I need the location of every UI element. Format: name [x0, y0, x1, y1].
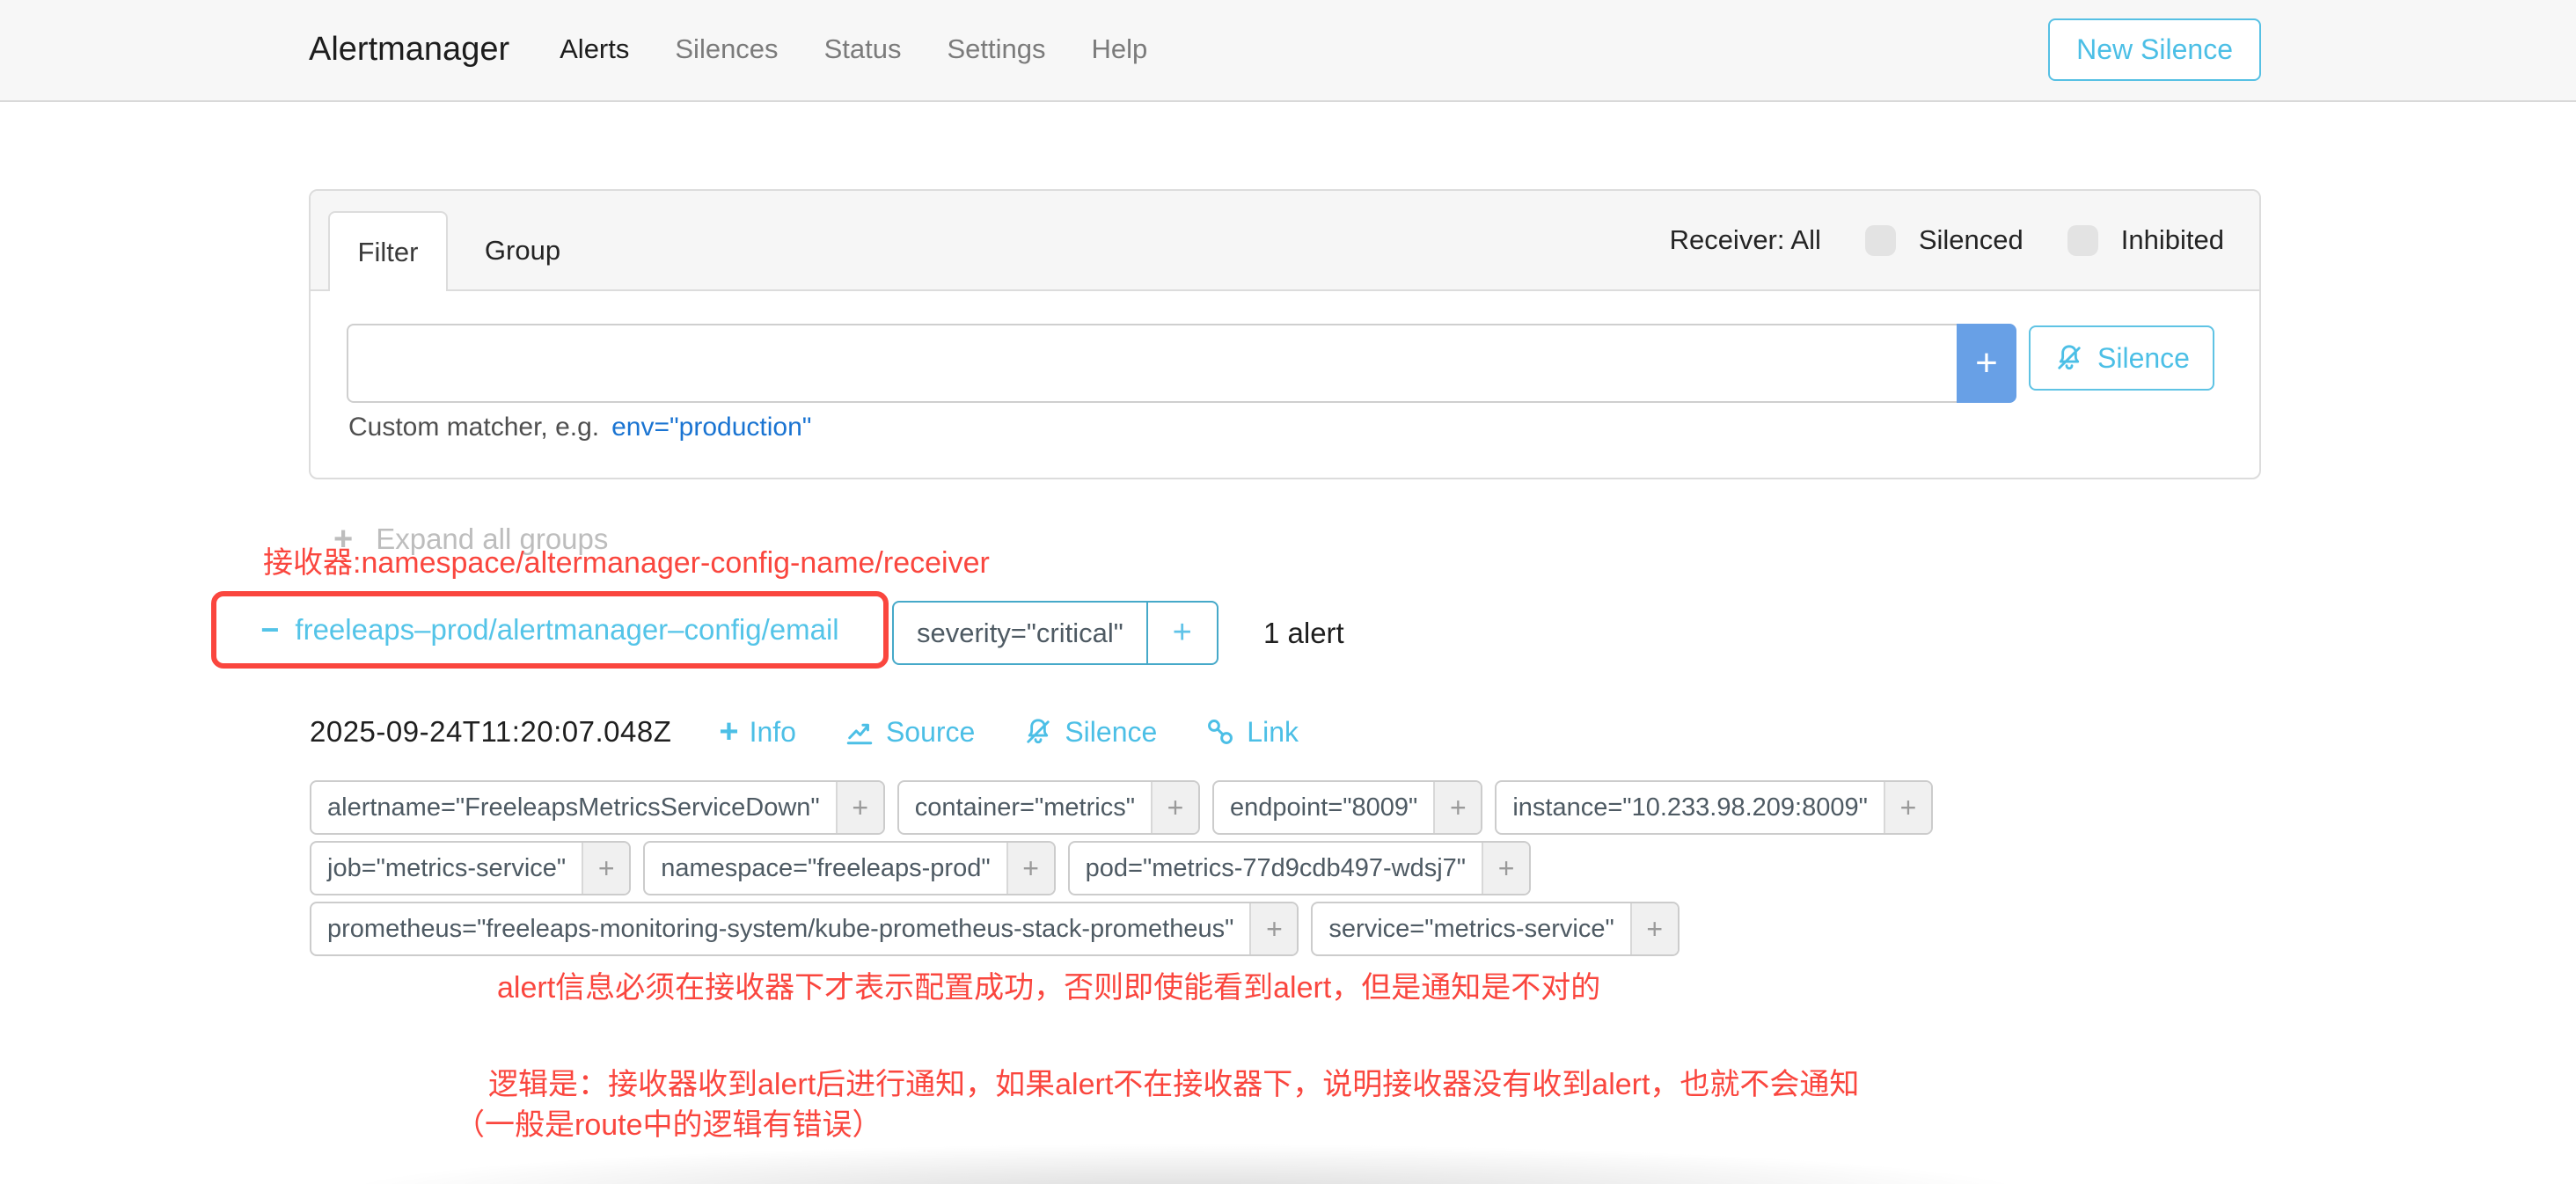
tab-filter[interactable]: Filter: [328, 211, 448, 291]
group-matcher: severity="critical" +: [892, 601, 1218, 665]
add-matcher-button[interactable]: +: [1957, 324, 2016, 403]
filter-card-header: Filter Group Receiver: All Silenced Inhi…: [311, 191, 2259, 291]
alert-label-text: job="metrics-service": [311, 843, 582, 894]
new-silence-button[interactable]: New Silence: [2048, 18, 2261, 81]
alert-source-label: Source: [886, 716, 975, 749]
nav-item[interactable]: Help: [1084, 28, 1154, 70]
alert-count: 1 alert: [1263, 601, 1344, 665]
alert-label-add-filter-button[interactable]: +: [836, 782, 883, 833]
alert-timestamp: 2025-09-24T11:20:07.048Z: [310, 715, 671, 749]
matcher-example-link[interactable]: env="production": [611, 413, 811, 442]
alert-label-tag[interactable]: namespace="freeleaps-prod" +: [643, 841, 1055, 895]
alert-link-label: Link: [1247, 716, 1299, 749]
alert-label-add-filter-button[interactable]: +: [1884, 782, 1931, 833]
alert-link-button[interactable]: Link: [1204, 716, 1299, 749]
alert-info-label: Info: [750, 716, 796, 749]
alert-label-tag[interactable]: endpoint="8009" +: [1212, 780, 1482, 835]
alert-label-tag[interactable]: container="metrics" +: [897, 780, 1200, 835]
alert-label-text: container="metrics": [899, 782, 1151, 833]
alert-label-text: instance="10.233.98.209:8009": [1497, 782, 1884, 833]
alert-label-text: service="metrics-service": [1313, 903, 1629, 954]
navbar-inner: Alertmanager Alerts Silences Status Sett…: [309, 0, 2261, 99]
navbar: Alertmanager Alerts Silences Status Sett…: [0, 0, 2576, 102]
annotation-line2: 逻辑是：接收器收到alert后进行通知，如果alert不在接收器下，说明接收器没…: [488, 1060, 1859, 1103]
alert-label-text: alertname="FreeleapsMetricsServiceDown": [311, 782, 836, 833]
custom-matcher-hint: Custom matcher, e.g. env="production": [348, 413, 811, 442]
inhibited-label: Inhibited: [2121, 224, 2224, 256]
alert-label-tag[interactable]: pod="metrics-77d9cdb497-wdsj7" +: [1068, 841, 1531, 895]
bell-slash-icon: [1022, 716, 1054, 748]
navbar-brand[interactable]: Alertmanager: [309, 31, 509, 69]
inhibited-toggle[interactable]: Inhibited: [2067, 224, 2224, 256]
collapse-minus-icon: −: [260, 614, 279, 646]
chart-line-icon: [844, 716, 875, 748]
plus-icon: +: [719, 715, 738, 749]
alert-label-tag[interactable]: prometheus="freeleaps-monitoring-system/…: [310, 902, 1299, 956]
bell-slash-icon: [2053, 342, 2085, 374]
alert-silence-button[interactable]: Silence: [1022, 716, 1157, 749]
annotation-line1: alert信息必须在接收器下才表示配置成功，否则即使能看到alert，但是通知是…: [497, 963, 1600, 1006]
screenshot-bottom-fade: [0, 1129, 2576, 1184]
silence-filter-label: Silence: [2097, 342, 2190, 375]
nav-links: Alerts Silences Status Settings Help: [553, 28, 1154, 70]
alert-silence-label: Silence: [1065, 716, 1157, 749]
alert-label-tag[interactable]: alertname="FreeleapsMetricsServiceDown" …: [310, 780, 885, 835]
silence-filter-button[interactable]: Silence: [2029, 325, 2214, 391]
alert-label-tag[interactable]: job="metrics-service" +: [310, 841, 631, 895]
silenced-label: Silenced: [1919, 224, 2023, 256]
alert-label-add-filter-button[interactable]: +: [1151, 782, 1198, 833]
alert-label-tag[interactable]: service="metrics-service" +: [1311, 902, 1679, 956]
nav-item[interactable]: Status: [817, 28, 909, 70]
link-chain-icon: [1204, 716, 1236, 748]
alert-label-text: pod="metrics-77d9cdb497-wdsj7": [1070, 843, 1482, 894]
inhibited-checkbox[interactable]: [2067, 225, 2098, 256]
alertmanager-page: Alertmanager Alerts Silences Status Sett…: [0, 0, 2576, 1184]
hint-text: Custom matcher, e.g.: [348, 413, 599, 442]
alert-label-tag[interactable]: instance="10.233.98.209:8009" +: [1495, 780, 1933, 835]
header-controls: Receiver: All Silenced Inhibited: [1670, 191, 2224, 289]
silenced-checkbox[interactable]: [1865, 225, 1896, 256]
alert-meta-row: 2025-09-24T11:20:07.048Z + Info Source: [310, 709, 1299, 755]
alert-info-button[interactable]: + Info: [719, 715, 796, 749]
alert-label-add-filter-button[interactable]: +: [1482, 843, 1529, 894]
alert-label-add-filter-button[interactable]: +: [1006, 843, 1054, 894]
tab-group[interactable]: Group: [465, 211, 580, 289]
alert-label-add-filter-button[interactable]: +: [1249, 903, 1297, 954]
alert-label-text: prometheus="freeleaps-monitoring-system/…: [311, 903, 1249, 954]
annotation-receiver-note: 接收器:namespace/altermanager-config-name/r…: [263, 538, 990, 581]
nav-item[interactable]: Silences: [668, 28, 785, 70]
matcher-filter-input[interactable]: [347, 324, 1957, 403]
alert-label-add-filter-button[interactable]: +: [582, 843, 629, 894]
alert-source-link[interactable]: Source: [844, 716, 975, 749]
receiver-group-name: freeleaps–prod/alertmanager–config/email: [295, 613, 838, 647]
silenced-toggle[interactable]: Silenced: [1865, 224, 2023, 256]
alert-labels: alertname="FreeleapsMetricsServiceDown" …: [310, 780, 2025, 956]
group-matcher-plus-button[interactable]: +: [1146, 603, 1217, 663]
receiver-filter-label[interactable]: Receiver: All: [1670, 224, 1821, 256]
alert-label-text: endpoint="8009": [1214, 782, 1433, 833]
nav-item[interactable]: Alerts: [553, 28, 636, 70]
alert-label-text: namespace="freeleaps-prod": [645, 843, 1006, 894]
alert-label-add-filter-button[interactable]: +: [1630, 903, 1678, 954]
alert-label-add-filter-button[interactable]: +: [1433, 782, 1481, 833]
receiver-group-button[interactable]: − freeleaps–prod/alertmanager–config/ema…: [211, 591, 889, 669]
nav-item[interactable]: Settings: [940, 28, 1052, 70]
group-matcher-label[interactable]: severity="critical": [894, 603, 1146, 663]
filter-card: Filter Group Receiver: All Silenced Inhi…: [309, 189, 2261, 479]
